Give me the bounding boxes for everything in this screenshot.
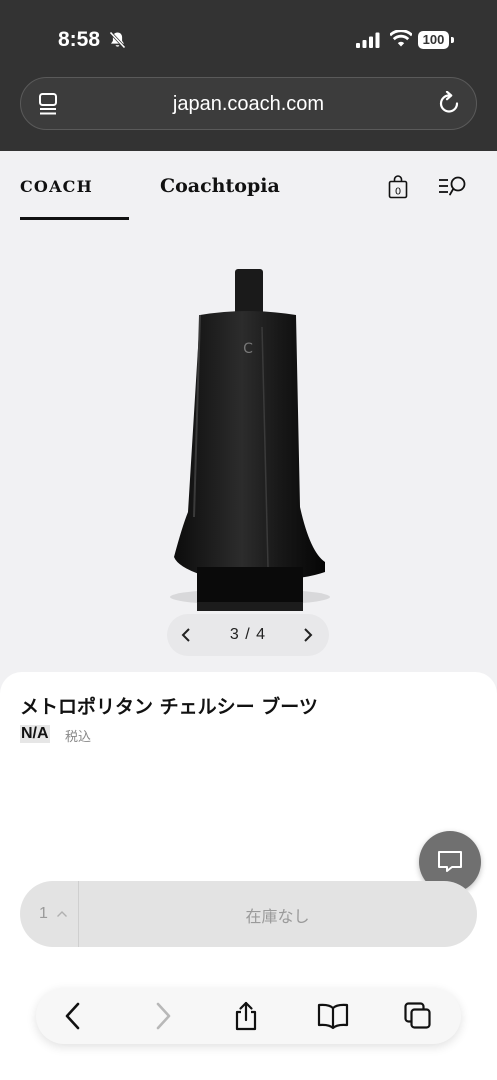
coach-logo[interactable]: COACH [20,177,93,196]
back-icon[interactable] [62,1000,86,1032]
svg-text:C: C [243,341,253,357]
wifi-icon [390,30,412,47]
signal-icon [356,32,380,48]
share-icon[interactable] [232,1000,260,1032]
product-price: N/A [20,725,50,743]
chat-bubble-icon [438,851,462,872]
cart-count: 0 [395,187,401,198]
bell-off-icon [109,31,126,49]
active-tab-underline [20,217,129,220]
url-text[interactable]: japan.coach.com [21,93,476,116]
site-header: COACH Coachtopia 0 [0,151,497,231]
product-boot-image: C [170,269,330,611]
product-title: メトロポリタン チェルシー ブーツ [20,696,318,718]
coachtopia-tab[interactable]: Coachtopia [160,175,280,197]
forward-icon[interactable] [150,1000,174,1032]
safari-toolbar [36,988,461,1044]
reload-icon[interactable] [438,91,460,115]
menu-search-icon[interactable] [438,176,468,198]
status-time: 8:58 [58,28,101,51]
browser-chrome: 8:58 100 japan.coach.com [0,0,497,151]
chevron-right-icon[interactable] [301,624,315,646]
product-gallery[interactable]: C 3 / 4 [0,231,497,676]
chevron-up-icon [57,911,67,917]
quantity-select[interactable]: 1 [20,881,79,947]
shopping-bag-icon[interactable]: 0 [387,175,409,199]
gallery-pager: 3 / 4 [167,614,329,656]
battery-icon: 100 [418,31,449,49]
tax-note: 税込 [65,730,92,745]
battery-cap [451,37,454,43]
out-of-stock-button[interactable]: 在庫なし [78,903,477,927]
add-to-cart-bar: 1 在庫なし [20,881,477,947]
quantity-value: 1 [39,905,48,922]
tabs-icon[interactable] [402,1000,434,1032]
bookmarks-icon[interactable] [316,1000,350,1032]
address-bar[interactable]: japan.coach.com [20,77,477,130]
